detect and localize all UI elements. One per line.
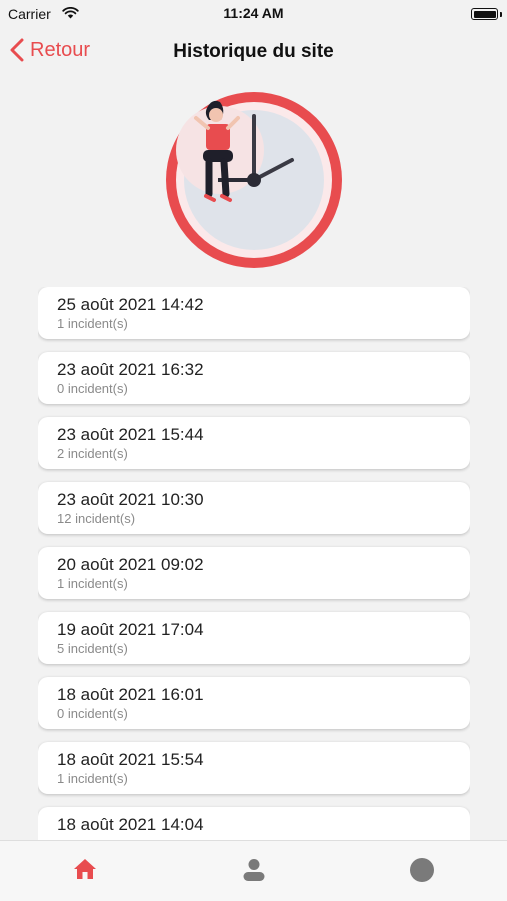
list-item[interactable]: 23 août 2021 10:30 12 incident(s) xyxy=(38,482,470,534)
person-icon xyxy=(243,859,265,881)
list-item-date: 23 août 2021 15:44 xyxy=(57,425,204,444)
history-list[interactable]: 25 août 2021 14:42 1 incident(s) 23 août… xyxy=(38,287,470,840)
circle-icon xyxy=(410,858,434,882)
tab-home[interactable] xyxy=(44,841,124,901)
list-item-date: 18 août 2021 14:04 xyxy=(57,815,204,834)
list-item-date: 19 août 2021 17:04 xyxy=(57,620,204,639)
list-item-date: 18 août 2021 16:01 xyxy=(57,685,204,704)
page-title: Historique du site xyxy=(173,41,334,62)
list-item-incidents: 1 incident(s) xyxy=(57,316,128,331)
list-item[interactable]: 23 août 2021 16:32 0 incident(s) xyxy=(38,352,470,404)
list-item-date: 23 août 2021 10:30 xyxy=(57,490,204,509)
status-time: 11:24 AM xyxy=(223,5,284,21)
tab-bar xyxy=(0,840,507,901)
list-item-incidents: 1 incident(s) xyxy=(57,771,128,786)
list-item[interactable]: 23 août 2021 15:44 2 incident(s) xyxy=(38,417,470,469)
battery-icon xyxy=(471,8,498,20)
list-item-incidents: 1 incident(s) xyxy=(57,576,128,591)
list-item[interactable]: 18 août 2021 16:01 0 incident(s) xyxy=(38,677,470,729)
list-item-incidents: 5 incident(s) xyxy=(57,641,128,656)
list-item-incidents: 12 incident(s) xyxy=(57,511,136,526)
list-item[interactable]: 20 août 2021 09:02 1 incident(s) xyxy=(38,547,470,599)
clock-illustration xyxy=(160,88,350,274)
list-item-date: 18 août 2021 15:54 xyxy=(57,750,204,769)
list-item-incidents: 0 incident(s) xyxy=(57,381,128,396)
tab-more[interactable] xyxy=(381,841,461,901)
list-item-date: 23 août 2021 16:32 xyxy=(57,360,204,379)
tab-profile[interactable] xyxy=(213,841,293,901)
list-item[interactable]: 25 août 2021 14:42 1 incident(s) xyxy=(38,287,470,339)
navigation-bar: Retour Historique du site xyxy=(0,28,507,76)
list-item-date: 20 août 2021 09:02 xyxy=(57,555,204,574)
list-item-date: 25 août 2021 14:42 xyxy=(57,295,204,314)
battery-cap xyxy=(500,12,502,17)
list-item-incidents: 0 incident(s) xyxy=(57,706,128,721)
list-item-incidents: 2 incident(s) xyxy=(57,446,128,461)
list-item[interactable]: 18 août 2021 15:54 1 incident(s) xyxy=(38,742,470,794)
list-item[interactable]: 19 août 2021 17:04 5 incident(s) xyxy=(38,612,470,664)
home-icon xyxy=(74,859,96,879)
status-bar: Carrier 11:24 AM xyxy=(0,0,507,28)
list-item[interactable]: 18 août 2021 14:04 xyxy=(38,807,470,840)
